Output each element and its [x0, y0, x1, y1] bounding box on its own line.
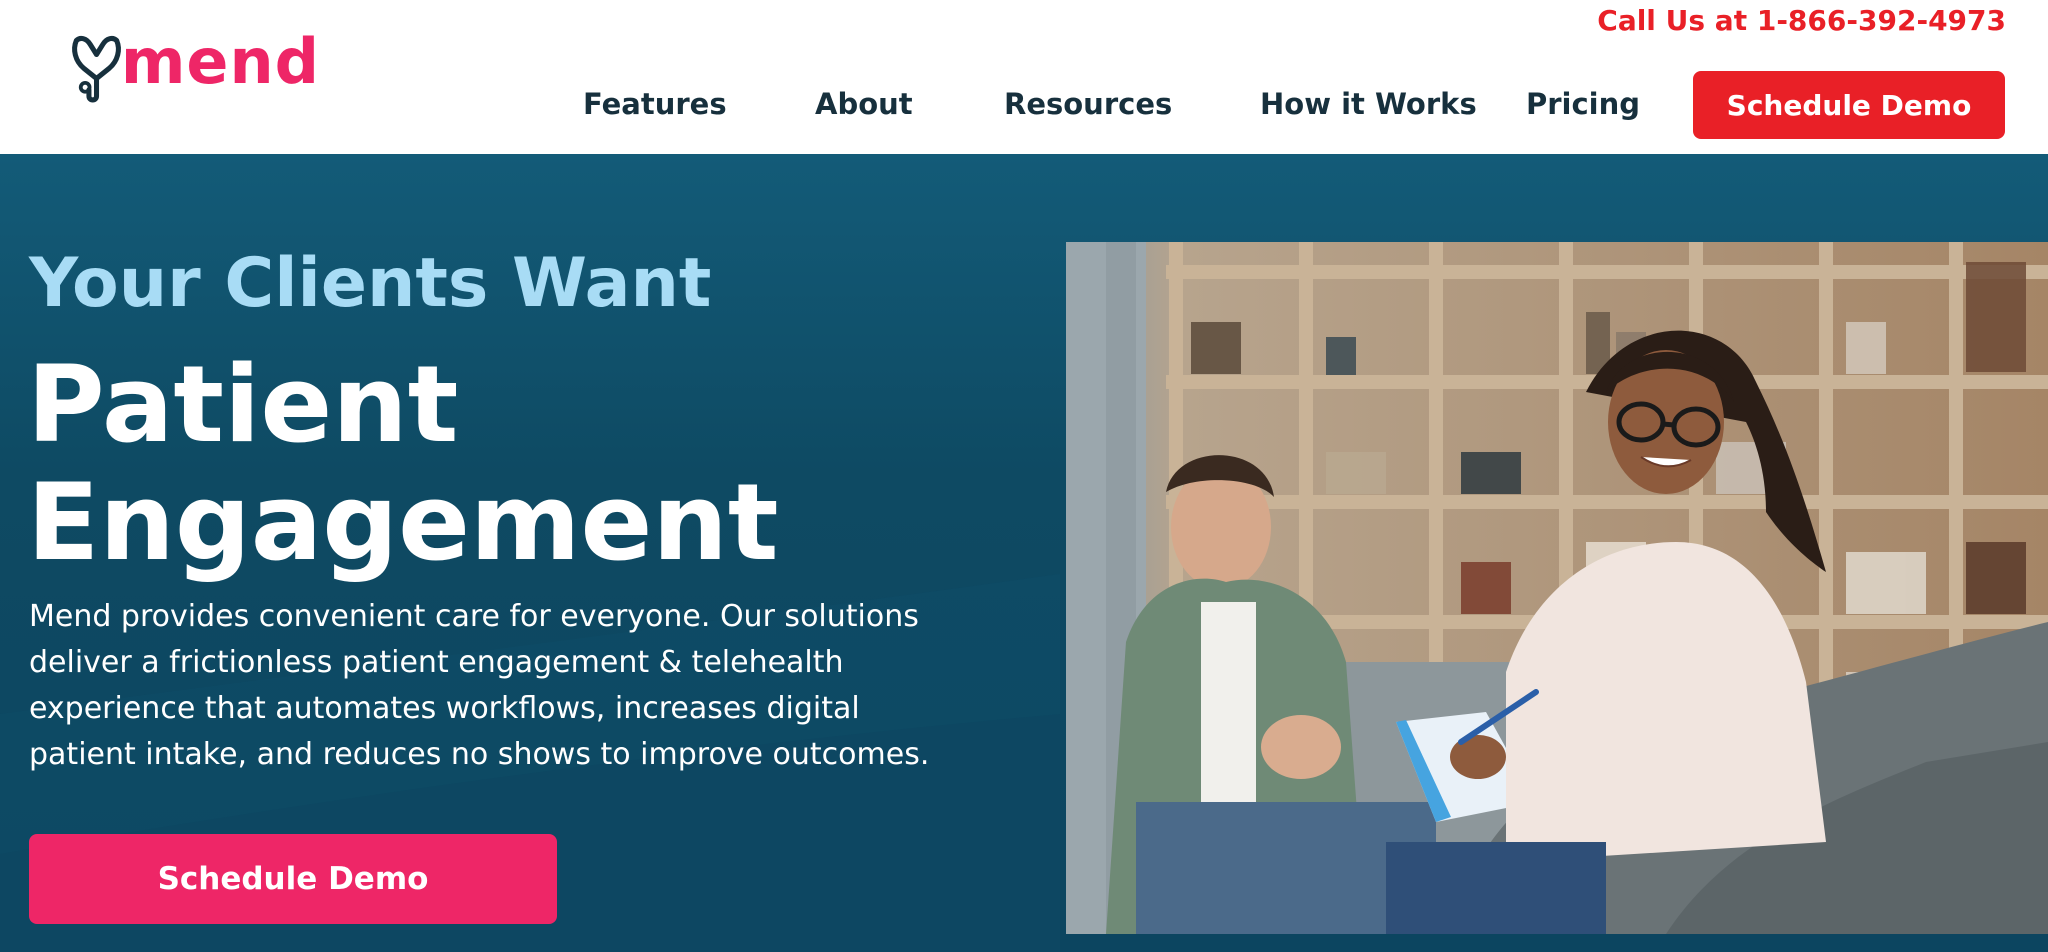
- nav-item-resources[interactable]: Resources: [1004, 82, 1172, 126]
- hero-eyebrow: Your Clients Want: [29, 244, 712, 323]
- description-line: Mend provides convenient care for everyo…: [29, 599, 919, 634]
- headline-line-1: Patient: [27, 343, 459, 466]
- nav-item-how-it-works[interactable]: How it Works: [1260, 82, 1477, 126]
- mend-logo[interactable]: mend: [70, 16, 320, 122]
- nav-item-pricing[interactable]: Pricing: [1526, 82, 1640, 126]
- site-header: mend Call Us at 1-866-392-4973 Features …: [0, 0, 2048, 154]
- nav-label: About: [815, 87, 913, 121]
- nav-label: Resources: [1004, 87, 1173, 121]
- schedule-demo-hero-button[interactable]: Schedule Demo: [29, 834, 557, 924]
- schedule-demo-header-button[interactable]: Schedule Demo: [1693, 71, 2005, 139]
- hero-headline: Patient Engagement: [27, 346, 779, 582]
- nav-label: Features: [583, 87, 727, 121]
- nav-label: How it Works: [1260, 87, 1477, 121]
- description-line: patient intake, and reduces no shows to …: [29, 737, 930, 772]
- hero-section: Your Clients Want Patient Engagement Men…: [0, 154, 2048, 952]
- phone-link[interactable]: Call Us at 1-866-392-4973: [1597, 4, 2006, 37]
- description-line: experience that automates workflows, inc…: [29, 691, 860, 726]
- nav-item-about[interactable]: About: [815, 82, 913, 126]
- headline-line-2: Engagement: [27, 461, 779, 584]
- hero-description: Mend provides convenient care for everyo…: [29, 594, 1039, 778]
- nav-label: Pricing: [1526, 87, 1641, 121]
- brand-name: mend: [120, 24, 320, 98]
- therapy-session-photo: [1066, 242, 2048, 934]
- description-line: deliver a frictionless patient engagemen…: [29, 645, 844, 680]
- stethoscope-heart-icon: [72, 35, 121, 103]
- nav-item-features[interactable]: Features: [583, 82, 727, 126]
- photo-illustration: [1066, 242, 2048, 934]
